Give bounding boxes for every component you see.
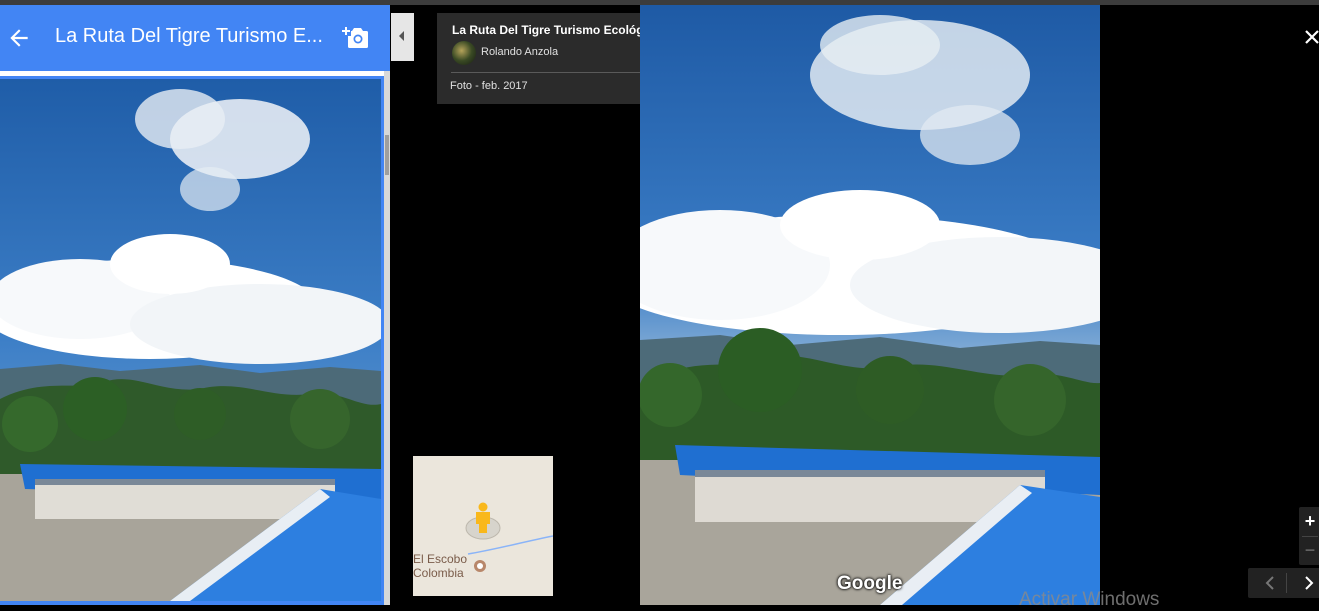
main-photo[interactable] [640, 5, 1100, 605]
previous-photo-button[interactable] [1258, 573, 1283, 593]
photo-thumbnail[interactable] [0, 79, 381, 601]
zoom-in-button[interactable]: + [1299, 507, 1319, 536]
chevron-right-icon [1305, 576, 1314, 590]
caret-left-icon [399, 31, 404, 41]
collapse-panel-button[interactable] [391, 13, 414, 61]
next-photo-button[interactable] [1296, 573, 1319, 593]
panel-header: La Ruta Del Tigre Turismo E... [0, 5, 390, 71]
nav-separator [1286, 573, 1287, 593]
page-title: La Ruta Del Tigre Turismo E... [55, 25, 323, 47]
arrow-left-icon [10, 29, 28, 47]
back-button[interactable] [6, 25, 32, 51]
avatar[interactable] [452, 41, 476, 65]
place-name[interactable]: La Ruta Del Tigre Turismo Ecológico [452, 23, 661, 37]
add-photo-camera-icon [342, 27, 368, 48]
scrollbar-thumb[interactable] [385, 135, 389, 175]
windows-activation-watermark: Activar Windows [1019, 589, 1160, 610]
minimap-country-label: Colombia [413, 566, 464, 580]
add-photo-button[interactable] [341, 25, 369, 51]
header-divider [0, 71, 385, 76]
zoom-control: + − [1299, 507, 1319, 565]
close-button[interactable] [1303, 28, 1319, 46]
landscape-photo-large [640, 5, 1100, 605]
zoom-out-button[interactable]: − [1299, 536, 1319, 565]
minimap-place-label: El Escobo [413, 552, 468, 566]
left-panel: La Ruta Del Tigre Turismo E... [0, 5, 390, 605]
poi-marker-icon[interactable] [474, 560, 486, 572]
photo-date: Foto - feb. 2017 [450, 80, 528, 92]
landscape-photo [0, 79, 381, 601]
minimap[interactable]: El Escobo Colombia [413, 456, 553, 596]
photo-navigation [1248, 568, 1319, 598]
author-name[interactable]: Rolando Anzola [481, 46, 558, 58]
close-icon [1305, 30, 1319, 44]
google-watermark: Google [837, 573, 903, 594]
chevron-left-icon [1265, 576, 1274, 590]
